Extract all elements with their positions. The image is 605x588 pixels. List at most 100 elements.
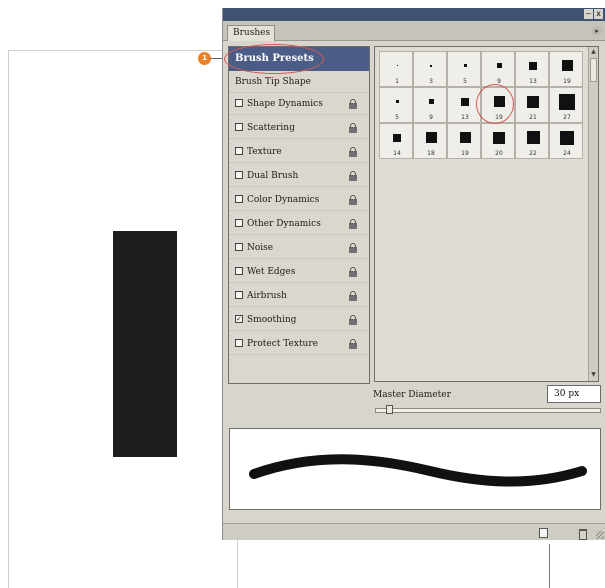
lock-icon[interactable] [349, 243, 357, 253]
brush-tip-icon [460, 132, 471, 143]
brush-tip-icon [562, 60, 573, 71]
palette-titlebar[interactable]: – x [223, 8, 605, 21]
lock-icon[interactable] [349, 339, 357, 349]
master-diameter-slider-thumb[interactable] [386, 405, 393, 414]
option-row[interactable]: Shape Dynamics [229, 93, 369, 115]
scroll-down-icon[interactable]: ▼ [590, 371, 597, 379]
document-canvas[interactable] [8, 50, 238, 588]
lock-icon[interactable] [349, 123, 357, 133]
lock-icon[interactable] [349, 147, 357, 157]
brush-size-label: 13 [461, 114, 469, 121]
option-label: Smoothing [247, 315, 297, 325]
option-row[interactable]: Scattering [229, 117, 369, 139]
option-brush-tip-shape[interactable]: Brush Tip Shape [229, 71, 369, 93]
checkbox[interactable] [235, 219, 243, 227]
option-row[interactable]: ✓ Smoothing [229, 309, 369, 331]
brush-size-label: 27 [563, 114, 571, 121]
callout-pointer-line [549, 544, 550, 588]
brush-preset[interactable]: 1 [379, 51, 413, 87]
close-button[interactable]: x [594, 9, 603, 19]
brushes-palette: – x Brushes ▸ Brush Presets Brush Tip Sh… [222, 8, 605, 540]
checked-checkbox[interactable]: ✓ [235, 315, 243, 323]
brush-preset[interactable]: 14 [379, 123, 413, 159]
brush-preset[interactable]: 13 [515, 51, 549, 87]
brush-preset[interactable]: 22 [515, 123, 549, 159]
brush-preset[interactable]: 20 [481, 123, 515, 159]
brush-size-label: 21 [529, 114, 537, 121]
scroll-thumb[interactable] [590, 58, 597, 82]
palette-status-bar [223, 523, 605, 540]
brush-size-label: 5 [463, 78, 467, 85]
option-row[interactable]: Airbrush [229, 285, 369, 307]
lock-icon[interactable] [349, 171, 357, 181]
brush-tip-icon [461, 98, 469, 106]
master-diameter-input[interactable]: 30 px [547, 385, 601, 403]
brush-preset[interactable]: 19 [447, 123, 481, 159]
option-row[interactable]: Color Dynamics [229, 189, 369, 211]
lock-icon[interactable] [349, 219, 357, 229]
brush-size-label: 13 [529, 78, 537, 85]
checkbox[interactable] [235, 267, 243, 275]
window-buttons: – x [584, 9, 603, 19]
brush-tip-icon [493, 132, 505, 144]
checkbox[interactable] [235, 243, 243, 251]
brush-size-label: 20 [495, 150, 503, 157]
option-row[interactable]: Other Dynamics [229, 213, 369, 235]
option-row[interactable]: Noise [229, 237, 369, 259]
brush-preset[interactable]: 9 [413, 87, 447, 123]
brush-preset[interactable]: 19 [549, 51, 583, 87]
checkbox[interactable] [235, 123, 243, 131]
selected-brush-highlight [476, 84, 514, 124]
brush-preset[interactable]: 21 [515, 87, 549, 123]
lock-icon[interactable] [349, 195, 357, 205]
checkbox[interactable] [235, 171, 243, 179]
lock-icon[interactable] [349, 315, 357, 325]
checkbox[interactable] [235, 291, 243, 299]
brush-size-label: 24 [563, 150, 571, 157]
brush-size-label: 14 [393, 150, 401, 157]
brush-preset[interactable]: 24 [549, 123, 583, 159]
palette-menu-icon[interactable]: ▸ [592, 26, 602, 36]
option-label: Airbrush [247, 291, 287, 301]
option-row[interactable]: Texture [229, 141, 369, 163]
trash-icon[interactable] [576, 527, 588, 540]
brush-tip-icon [497, 63, 502, 68]
preset-grid-scrollbar[interactable]: ▲ ▼ [588, 47, 598, 381]
brush-tip-icon [426, 132, 437, 143]
lock-icon[interactable] [349, 99, 357, 109]
brush-tip-icon [527, 96, 539, 108]
brush-preset[interactable]: 3 [413, 51, 447, 87]
lock-icon[interactable] [349, 267, 357, 277]
checkbox[interactable] [235, 147, 243, 155]
checkbox[interactable] [235, 99, 243, 107]
brush-tip-icon [393, 134, 401, 142]
brush-options-list: Brush Presets Brush Tip Shape Shape Dyna… [228, 46, 370, 384]
checkbox[interactable] [235, 195, 243, 203]
brush-preset[interactable]: 18 [413, 123, 447, 159]
option-row[interactable]: Dual Brush [229, 165, 369, 187]
brush-tip-icon [430, 65, 432, 67]
scroll-up-icon[interactable]: ▲ [590, 48, 597, 56]
option-label: Texture [247, 147, 282, 157]
brush-size-label: 5 [395, 114, 399, 121]
brush-tip-icon [560, 131, 574, 145]
brush-size-label: 1 [395, 78, 399, 85]
brush-preset[interactable]: 27 [549, 87, 583, 123]
option-row[interactable]: Protect Texture [229, 333, 369, 355]
minimize-button[interactable]: – [584, 9, 593, 19]
brush-size-label: 19 [563, 78, 571, 85]
brush-preset[interactable]: 5 [447, 51, 481, 87]
master-diameter-slider[interactable] [375, 408, 601, 413]
stroke-path [249, 454, 587, 487]
option-row[interactable]: Wet Edges [229, 261, 369, 283]
brush-preset[interactable]: 9 [481, 51, 515, 87]
brush-tip-icon [527, 131, 540, 144]
checkbox[interactable] [235, 339, 243, 347]
brush-tip-icon [429, 99, 434, 104]
tab-brushes[interactable]: Brushes [227, 25, 275, 41]
new-preset-icon[interactable] [537, 527, 549, 538]
brush-preset[interactable]: 5 [379, 87, 413, 123]
brush-tip-icon [529, 62, 537, 70]
lock-icon[interactable] [349, 291, 357, 301]
resize-grip-icon[interactable] [596, 531, 604, 539]
